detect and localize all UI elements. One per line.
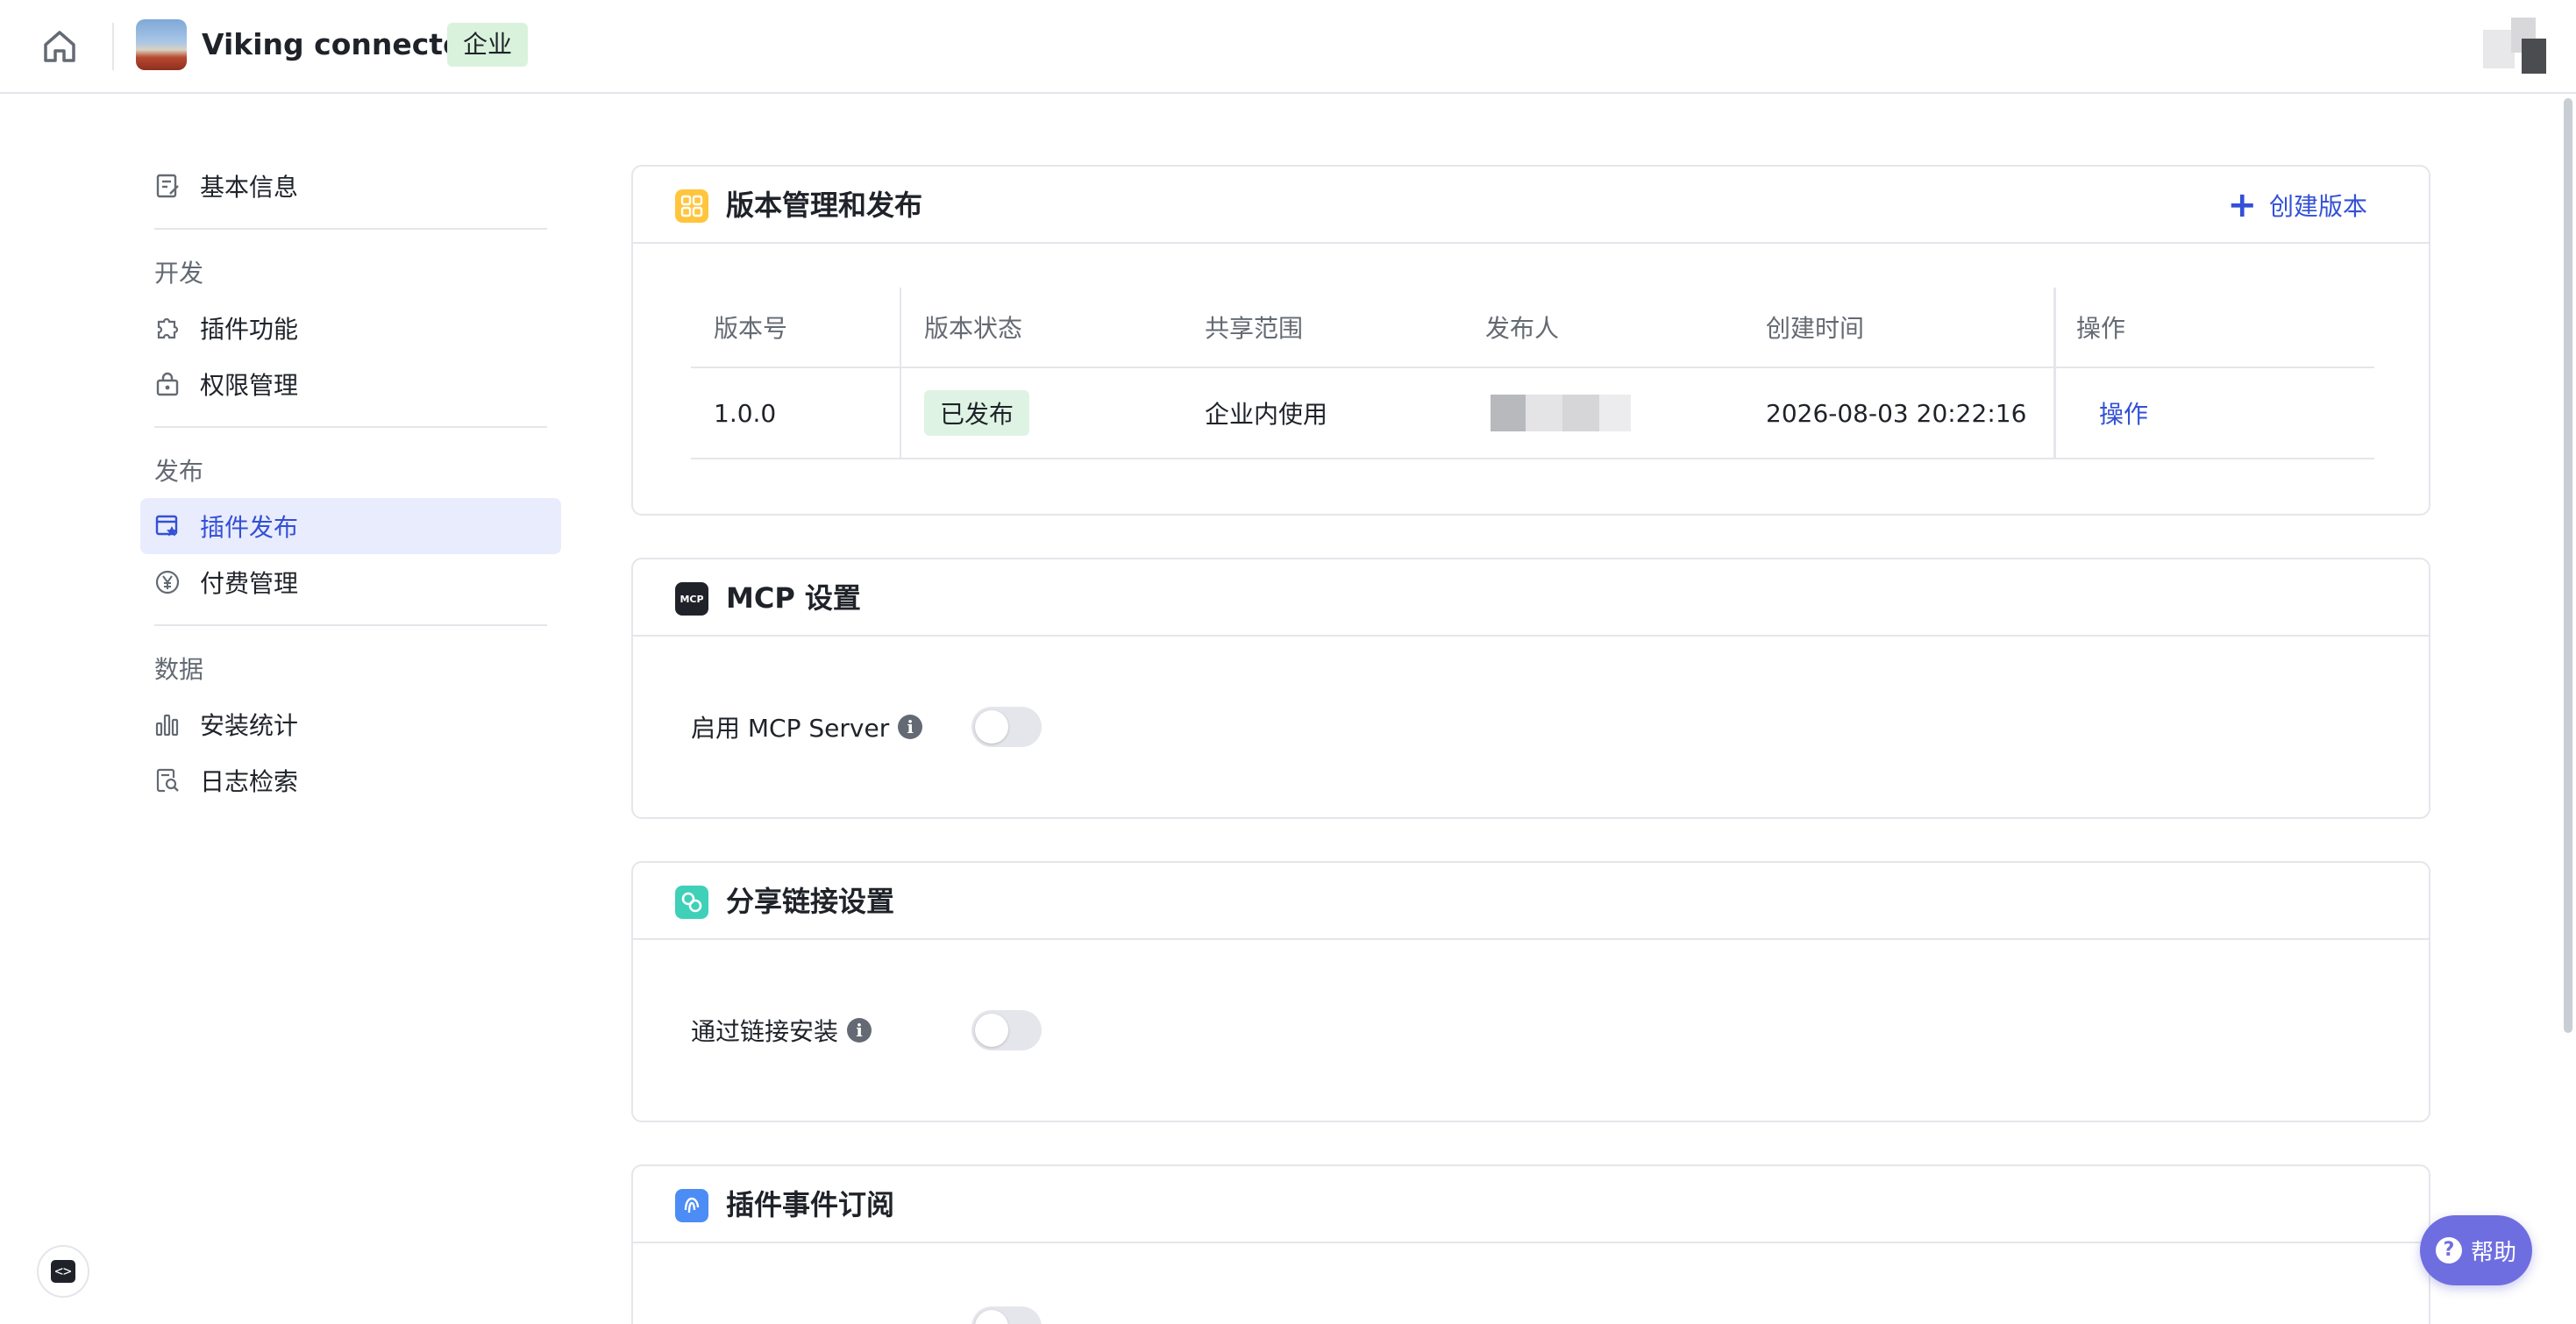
event-card-title: 插件事件订阅 <box>726 1188 895 1221</box>
sidebar-group-dev: 开发 <box>154 259 204 288</box>
help-label: 帮助 <box>2470 1239 2516 1266</box>
col-created-time: 创建时间 <box>1766 314 1865 343</box>
sidebar-item-label: 基本信息 <box>200 173 299 202</box>
col-publisher: 发布人 <box>1485 314 1560 343</box>
link-share-icon <box>675 886 708 919</box>
col-action: 操作 <box>2076 314 2126 343</box>
table-header-row: 版本号 版本状态 共享范围 发布人 创建时间 操作 <box>691 288 2374 368</box>
version-table: 版本号 版本状态 共享范围 发布人 创建时间 操作 1.0.0 已发布 企业内使… <box>691 288 2374 459</box>
sidebar-item-label: 权限管理 <box>200 371 299 400</box>
sidebar-item-permissions[interactable]: 权限管理 <box>140 356 561 412</box>
sidebar-item-plugin-publish[interactable]: 插件发布 <box>140 498 561 554</box>
cell-status: 已发布 <box>924 368 1030 458</box>
mcp-card-title: MCP 设置 <box>726 581 861 615</box>
fingerprint-icon <box>675 1189 708 1222</box>
sidebar-item-label: 付费管理 <box>200 569 299 598</box>
code-icon: <> <box>51 1260 75 1283</box>
log-search-icon <box>156 768 179 793</box>
question-icon: ? <box>2435 1237 2462 1263</box>
sidebar-group-publish: 发布 <box>154 457 204 486</box>
sidebar-item-plugin-features[interactable]: 插件功能 <box>140 300 561 356</box>
top-header: Viking connector 企业 <box>0 0 2576 94</box>
mcp-server-toggle[interactable] <box>971 707 1042 747</box>
version-card: 版本管理和发布 + 创建版本 版本号 版本状态 共享范围 发布人 创建时间 操作… <box>631 165 2430 516</box>
link-install-option: 通过链接安装 i <box>691 1008 1129 1052</box>
lock-bag-icon <box>156 372 179 396</box>
header-divider <box>112 23 114 70</box>
mcp-server-label: 启用 MCP Server <box>691 714 890 743</box>
event-card-header: 插件事件订阅 <box>633 1166 2429 1243</box>
status-badge: 已发布 <box>924 390 1030 436</box>
enterprise-tag: 企业 <box>447 23 529 67</box>
share-link-card: 分享链接设置 通过链接安装 i <box>631 861 2430 1122</box>
sidebar-item-log-search[interactable]: 日志检索 <box>140 752 561 808</box>
mcp-icon: MCP <box>675 582 708 616</box>
sidebar: 基本信息 开发 插件功能 权限管理 发布 插件发布 付费管理 数据 安装统计 日… <box>140 158 561 808</box>
sidebar-item-billing[interactable]: 付费管理 <box>140 554 561 610</box>
share-card-title: 分享链接设置 <box>726 885 895 918</box>
column-divider <box>2053 288 2056 367</box>
document-edit-icon <box>156 174 179 198</box>
version-card-title: 版本管理和发布 <box>726 189 923 222</box>
sidebar-item-label: 插件发布 <box>200 513 299 542</box>
page-scrollbar[interactable] <box>2564 98 2572 1033</box>
table-row: 1.0.0 已发布 企业内使用 2026-08-03 20:22:16 操作 <box>691 368 2374 459</box>
sidebar-group-data: 数据 <box>154 655 204 684</box>
dev-tools-button[interactable]: <> <box>37 1245 89 1298</box>
sidebar-item-basic-info[interactable]: 基本信息 <box>140 158 561 214</box>
column-divider <box>2053 368 2056 458</box>
column-divider <box>900 368 901 458</box>
bar-chart-icon <box>155 714 179 737</box>
column-divider <box>900 288 901 367</box>
sidebar-divider <box>154 228 547 230</box>
version-grid-icon <box>675 189 708 223</box>
user-avatar[interactable] <box>2483 18 2546 74</box>
cell-publisher <box>1491 368 1631 458</box>
publisher-avatar-blurred <box>1491 395 1631 431</box>
home-icon[interactable] <box>40 27 79 64</box>
puzzle-icon <box>157 317 179 339</box>
event-toggle[interactable] <box>971 1306 1042 1324</box>
col-version: 版本号 <box>714 314 788 343</box>
plus-icon: + <box>2227 185 2257 225</box>
sidebar-divider <box>154 624 547 626</box>
help-button[interactable]: ? 帮助 <box>2420 1215 2532 1285</box>
cell-scope: 企业内使用 <box>1205 400 1328 429</box>
sidebar-item-label: 安装统计 <box>200 711 299 740</box>
sidebar-divider <box>154 426 547 428</box>
share-card-header: 分享链接设置 <box>633 863 2429 940</box>
event-subscription-card: 插件事件订阅 <box>631 1164 2430 1324</box>
info-icon[interactable]: i <box>847 1018 872 1043</box>
col-scope: 共享范围 <box>1205 314 1304 343</box>
publish-icon <box>155 515 178 537</box>
link-install-label: 通过链接安装 <box>691 1017 839 1046</box>
yen-icon <box>155 570 180 594</box>
mcp-card: MCP MCP 设置 启用 MCP Server i <box>631 558 2430 819</box>
cell-action: 操作 <box>2099 368 2148 458</box>
version-card-header: 版本管理和发布 + 创建版本 <box>633 167 2429 244</box>
mcp-card-header: MCP MCP 设置 <box>633 559 2429 637</box>
create-version-label: 创建版本 <box>2268 192 2367 221</box>
create-version-button[interactable]: + 创建版本 <box>2227 186 2367 224</box>
col-status: 版本状态 <box>924 314 1023 343</box>
cell-version: 1.0.0 <box>714 398 777 428</box>
link-install-toggle[interactable] <box>971 1010 1042 1050</box>
sidebar-item-install-stats[interactable]: 安装统计 <box>140 696 561 752</box>
app-title: Viking connector <box>202 27 478 61</box>
info-icon[interactable]: i <box>898 715 923 739</box>
sidebar-item-label: 插件功能 <box>200 315 299 344</box>
row-action-link[interactable]: 操作 <box>2099 395 2148 431</box>
sidebar-item-label: 日志检索 <box>200 767 299 796</box>
mcp-server-option: 启用 MCP Server i <box>691 705 1129 749</box>
app-avatar <box>136 19 187 70</box>
cell-created-time: 2026-08-03 20:22:16 <box>1766 398 2027 428</box>
